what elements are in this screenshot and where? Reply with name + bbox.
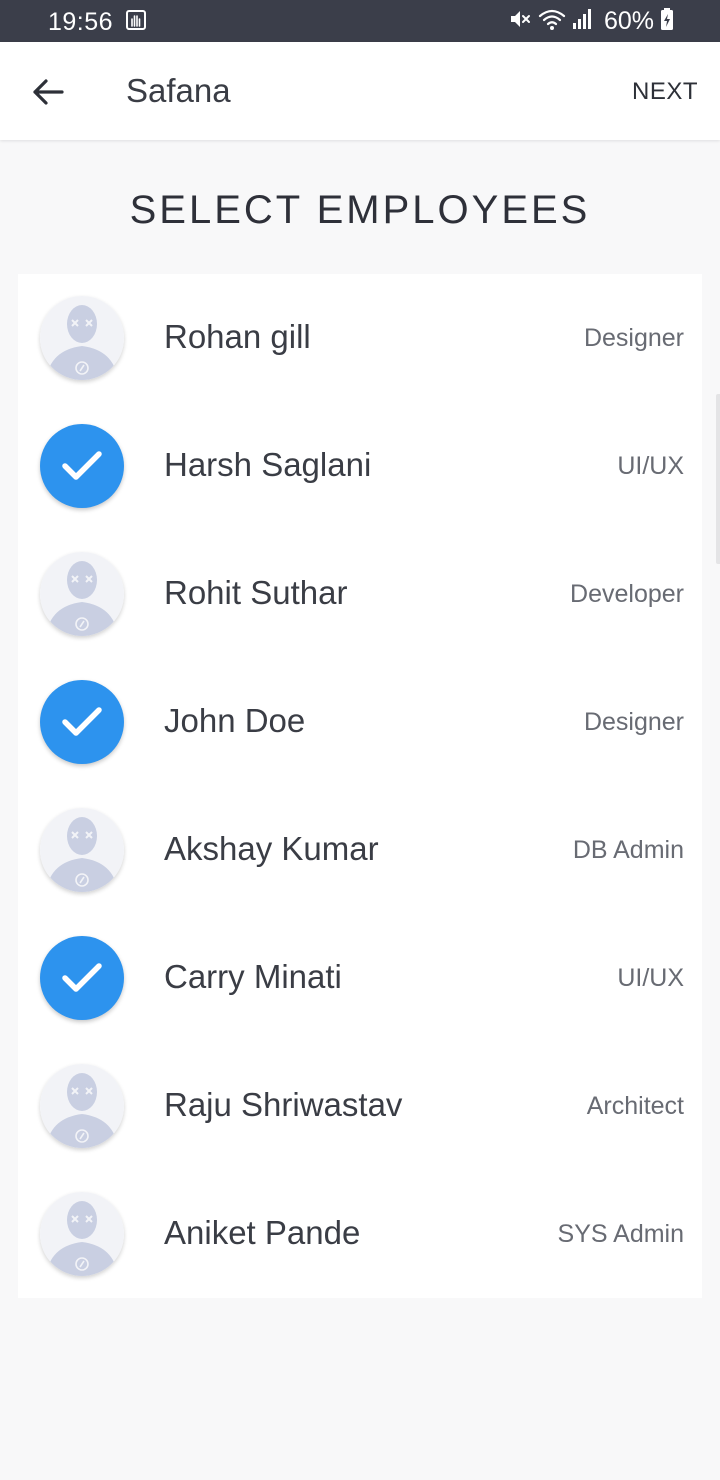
selected-checkmark [40,680,124,764]
avatar [40,296,124,380]
signal-icon [572,7,594,36]
employee-role: SYS Admin [557,1220,684,1248]
employee-role: Designer [583,708,684,736]
status-bar: 19:56 60% [0,0,720,42]
employee-role: Developer [570,580,684,608]
check-icon [62,451,102,480]
employee-row[interactable]: Rohan gill Designer [18,274,702,402]
employee-row[interactable]: Carry Minati UI/UX [18,914,702,1042]
employee-role: DB Admin [572,836,684,864]
app-bar: Safana NEXT [0,42,720,140]
selected-checkmark [40,936,124,1020]
employee-name: Aniket Pande [164,1214,361,1251]
employee-name: Carry Minati [164,958,342,995]
section-title: SELECT EMPLOYEES [129,188,591,232]
employee-row[interactable]: Harsh Saglani UI/UX [18,402,702,530]
employee-role: UI/UX [617,964,684,992]
employee-name: Harsh Saglani [164,446,372,483]
employee-name: Raju Shriwastav [164,1086,403,1123]
battery-charging-icon [660,7,674,36]
employee-row[interactable]: Rohit Suthar Developer [18,530,702,658]
next-button[interactable]: NEXT [632,78,698,106]
employee-list: Rohan gill Designer Harsh Saglani UI/UX … [18,274,702,1298]
status-time: 19:56 [48,8,114,36]
mute-icon [508,7,532,36]
check-icon [62,707,102,736]
employee-row[interactable]: Akshay Kumar DB Admin [18,786,702,914]
arrow-left-icon [33,79,64,105]
employee-name: Rohit Suthar [164,574,348,611]
employee-role: Architect [586,1092,684,1120]
employee-name: Akshay Kumar [164,830,379,867]
employee-role: UI/UX [617,452,684,480]
edge-panel-handle[interactable] [716,394,720,564]
check-icon [62,963,102,992]
selected-checkmark [40,424,124,508]
employee-row[interactable]: Raju Shriwastav Architect [18,1042,702,1170]
employee-name: Rohan gill [164,318,311,355]
employee-role: Designer [583,324,684,352]
avatar [40,1192,124,1276]
page-title: Safana [126,72,231,109]
battery-percent: 60% [603,6,654,35]
avatar [40,808,124,892]
employee-row[interactable]: John Doe Designer [18,658,702,786]
notification-icon [126,10,146,30]
employee-row[interactable]: Aniket Pande SYS Admin [18,1170,702,1298]
avatar [40,1064,124,1148]
employee-name: John Doe [164,702,306,739]
wifi-icon [538,7,566,36]
back-button[interactable] [22,66,74,118]
avatar [40,552,124,636]
status-icons: 60% [508,7,674,35]
